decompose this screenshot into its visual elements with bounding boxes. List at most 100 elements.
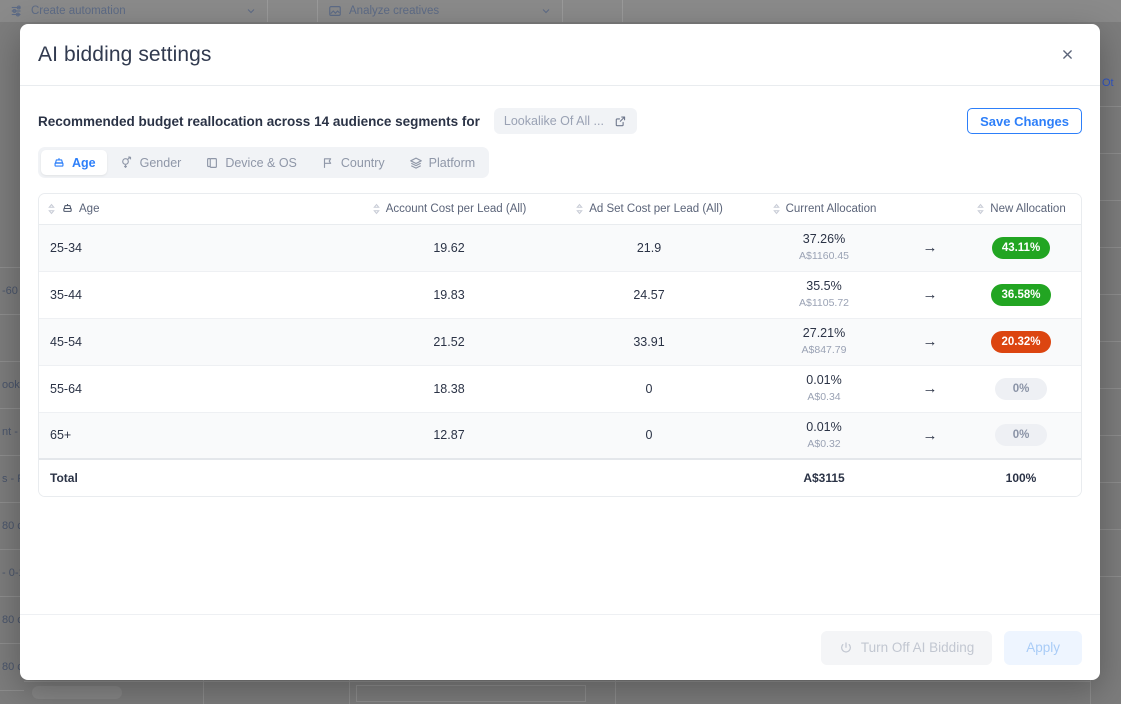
total-actions xyxy=(1081,459,1082,496)
background-toolbar: Create automation Analyze creatives xyxy=(0,0,1121,22)
audience-chip[interactable]: Lookalike Of All ... xyxy=(493,108,637,134)
total-new-pct: 100% xyxy=(961,458,1081,496)
column-header-adset-cpl-label: Ad Set Cost per Lead (All) xyxy=(589,202,723,215)
background-analyze-creatives-label: Analyze creatives xyxy=(349,5,440,17)
current-allocation-amount: A$0.34 xyxy=(807,390,841,403)
column-header-current-allocation-label: Current Allocation xyxy=(785,202,877,215)
sort-icon xyxy=(772,203,780,215)
total-current-amount: A$3115 xyxy=(749,458,899,496)
cell-adset-cpl: 33.91 xyxy=(549,318,749,366)
total-adset-cpl xyxy=(549,458,749,496)
table-body: 25-34 19.62 21.9 37.26% A$1160.45 → 43.11% 35-4… xyxy=(39,224,1081,460)
background-status-label: Ot xyxy=(1102,77,1114,89)
close-button[interactable] xyxy=(1052,40,1082,70)
cell-new-allocation: 36.58% xyxy=(961,271,1081,319)
column-header-new-allocation-label: New Allocation xyxy=(990,202,1066,215)
arrow-icon: → xyxy=(899,224,961,272)
total-row: Total A$3115 100% xyxy=(39,458,1082,496)
current-allocation-percent: 0.01% xyxy=(806,419,842,434)
cell-new-allocation: 43.11% xyxy=(961,224,1081,272)
modal-body: Recommended budget reallocation across 1… xyxy=(20,86,1100,614)
arrow-icon: → xyxy=(899,271,961,319)
flag-icon xyxy=(323,157,332,168)
external-link-icon xyxy=(615,115,626,126)
cell-new-allocation: 20.32% xyxy=(961,318,1081,366)
cell-age: 55-64 xyxy=(39,365,349,413)
cell-account-cpl: 19.83 xyxy=(349,271,549,319)
tab-device-os[interactable]: Device & OS xyxy=(194,150,308,175)
background-analyze-creatives[interactable]: Analyze creatives xyxy=(318,0,563,22)
arrow-icon: → xyxy=(899,365,961,413)
cell-new-allocation: 0% xyxy=(961,365,1081,413)
background-create-automation-label: Create automation xyxy=(31,5,126,17)
cell-current-allocation: 27.21% A$847.79 xyxy=(749,318,899,366)
background-toolbar-more[interactable] xyxy=(563,0,623,22)
new-allocation-badge: 0% xyxy=(995,377,1047,400)
cell-account-cpl: 18.38 xyxy=(349,365,549,413)
segment-tabs: Age Gender Device & OS Country Platform xyxy=(38,147,490,178)
column-header-account-cpl[interactable]: Account Cost per Lead (All) xyxy=(349,194,549,225)
current-allocation-percent: 37.26% xyxy=(802,232,846,247)
cell-current-allocation: 35.5% A$1105.72 xyxy=(749,271,899,319)
table-head: Age Account Cost per Lead (All) Ad Set C… xyxy=(39,194,1081,225)
tab-country[interactable]: Country xyxy=(310,150,396,175)
current-allocation-amount: A$1160.45 xyxy=(798,249,850,262)
background-pill xyxy=(32,686,122,699)
current-allocation-amount: A$0.32 xyxy=(807,437,841,450)
tab-platform[interactable]: Platform xyxy=(398,150,487,175)
modal-footer: Turn Off AI Bidding Apply xyxy=(20,614,1100,680)
column-header-adset-cpl[interactable]: Ad Set Cost per Lead (All) xyxy=(549,194,749,225)
column-header-new-allocation[interactable]: New Allocation xyxy=(961,194,1081,225)
current-allocation-amount: A$1105.72 xyxy=(798,296,850,309)
subheader-row: Recommended budget reallocation across 1… xyxy=(38,108,1082,134)
table-row: 35-44 19.83 24.57 35.5% A$1105.72 → 36.58% xyxy=(39,271,1081,319)
device-icon xyxy=(207,157,218,168)
arrow-icon: → xyxy=(899,412,961,460)
new-allocation-badge: 0% xyxy=(995,424,1047,447)
turn-off-ai-bidding-button[interactable]: Turn Off AI Bidding xyxy=(820,630,993,665)
table-row: 45-54 21.52 33.91 27.21% A$847.79 → 20.32% xyxy=(39,318,1081,366)
sort-icon xyxy=(48,203,55,215)
chevron-down-icon xyxy=(542,9,550,14)
background-create-automation[interactable]: Create automation xyxy=(0,0,268,22)
age-icon xyxy=(63,204,72,213)
current-allocation-percent: 35.5% xyxy=(806,279,842,294)
allocation-table: Age Account Cost per Lead (All) Ad Set C… xyxy=(39,194,1082,496)
current-allocation-amount: A$847.79 xyxy=(801,343,847,356)
modal-header: AI bidding settings xyxy=(20,24,1100,86)
layers-icon xyxy=(409,157,422,169)
tab-age[interactable]: Age xyxy=(41,150,107,175)
save-changes-button[interactable]: Save Changes xyxy=(967,108,1082,134)
close-icon xyxy=(1062,50,1072,59)
new-allocation-badge: 20.32% xyxy=(991,330,1051,353)
cell-current-allocation: 0.01% A$0.34 xyxy=(749,365,899,413)
apply-button[interactable]: Apply xyxy=(1004,630,1082,665)
cell-account-cpl: 12.87 xyxy=(349,412,549,460)
sort-icon xyxy=(576,203,584,215)
cell-age: 25-34 xyxy=(39,224,349,272)
current-allocation-percent: 0.01% xyxy=(806,373,842,388)
column-header-age[interactable]: Age xyxy=(39,194,349,225)
tab-gender[interactable]: Gender xyxy=(109,150,193,175)
cell-current-allocation: 37.26% A$1160.45 xyxy=(749,224,899,272)
cell-adset-cpl: 21.9 xyxy=(549,224,749,272)
cell-age: 45-54 xyxy=(39,318,349,366)
table-header-row: Age Account Cost per Lead (All) Ad Set C… xyxy=(39,194,1081,225)
table-row: 25-34 19.62 21.9 37.26% A$1160.45 → 43.11% xyxy=(39,224,1081,272)
column-header-age-label: Age xyxy=(79,202,100,215)
current-allocation-percent: 27.21% xyxy=(802,326,846,341)
turn-off-ai-bidding-label: Turn Off AI Bidding xyxy=(860,640,975,655)
total-account-cpl xyxy=(349,458,549,496)
cell-new-allocation: 0% xyxy=(961,412,1081,460)
new-allocation-badge: 43.11% xyxy=(991,236,1051,259)
background-table-row xyxy=(24,681,1091,704)
cell-adset-cpl: 0 xyxy=(549,365,749,413)
tab-country-label: Country xyxy=(340,155,385,170)
column-header-current-allocation[interactable]: Current Allocation xyxy=(749,194,899,225)
image-icon xyxy=(329,6,341,16)
cell-age: 35-44 xyxy=(39,271,349,319)
table-foot: Total A$3115 100% xyxy=(39,458,1082,496)
audience-chip-label: Lookalike Of All ... xyxy=(503,114,604,128)
allocation-table-card: Age Account Cost per Lead (All) Ad Set C… xyxy=(38,193,1082,497)
column-header-account-cpl-label: Account Cost per Lead (All) xyxy=(385,202,527,215)
